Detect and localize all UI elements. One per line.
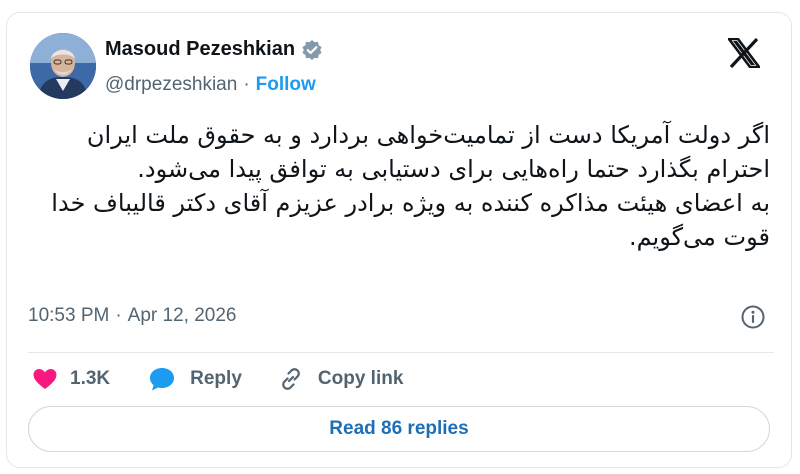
reply-label: Reply (190, 368, 242, 389)
tweet-paragraph: اگر دولت آمریکا دست از تمامیت‌خواهی بردا… (86, 121, 770, 183)
author-name-row: Masoud Pezeshkian (105, 38, 323, 61)
timestamp-separator: · (115, 305, 122, 326)
copy-link-label: Copy link (317, 368, 404, 389)
reply-button[interactable]: Reply (148, 366, 242, 392)
author-handle-row: @drpezeshkian · Follow (105, 74, 316, 96)
verified-badge-icon (301, 39, 323, 61)
tweet-time: 10:53 PM (28, 305, 110, 326)
like-button[interactable]: 1.3K (32, 367, 110, 391)
x-logo-icon[interactable] (727, 37, 761, 69)
avatar[interactable] (30, 33, 96, 99)
tweet-text: اگر دولت آمریکا دست از تمامیت‌خواهی بردا… (28, 118, 770, 254)
follow-button[interactable]: Follow (256, 74, 316, 96)
info-icon[interactable] (740, 304, 766, 330)
speech-bubble-icon (150, 368, 175, 391)
heart-icon (33, 369, 57, 389)
author-display-name[interactable]: Masoud Pezeshkian (105, 38, 295, 61)
handle-separator: · (243, 74, 250, 95)
tweet-timestamp[interactable]: 10:53 PM · Apr 12, 2026 (28, 305, 236, 327)
divider (28, 352, 774, 353)
author-handle[interactable]: @drpezeshkian (105, 74, 237, 96)
copy-link-button[interactable]: Copy link (278, 366, 404, 392)
tweet-paragraph: به اعضای هیئت مذاکره کننده به ویژه برادر… (51, 189, 770, 251)
tweet-actions: 1.3K Reply Copy link (32, 364, 403, 394)
link-icon (282, 368, 300, 390)
read-replies-button[interactable]: Read 86 replies (28, 406, 770, 452)
like-count: 1.3K (70, 368, 111, 389)
tweet-date: Apr 12, 2026 (127, 305, 237, 326)
